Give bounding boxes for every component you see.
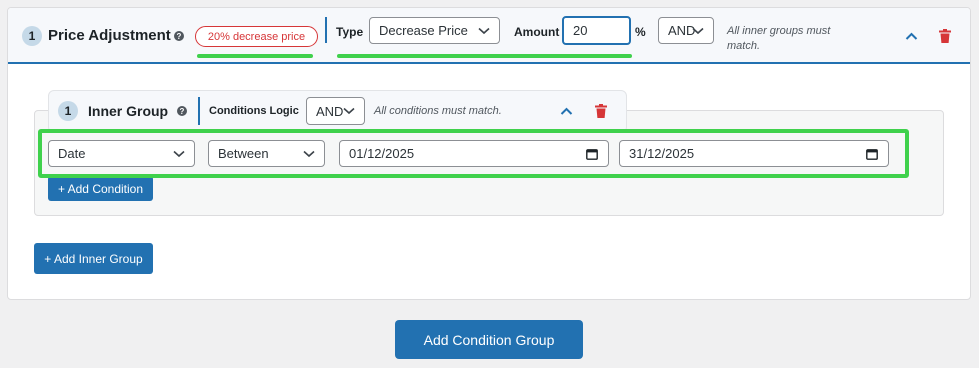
fields-highlight-underline	[337, 54, 632, 58]
amount-input[interactable]: 20	[562, 16, 631, 45]
type-select-value: Decrease Price	[379, 23, 468, 38]
trash-icon	[939, 29, 951, 43]
trash-icon	[595, 104, 607, 118]
header-divider	[325, 17, 327, 43]
inner-group-title: Inner Group	[88, 103, 169, 119]
condition-row-highlight	[38, 129, 909, 178]
chevron-up-icon	[560, 107, 572, 115]
delete-inner-group-button[interactable]	[592, 102, 610, 120]
inner-group-number-badge: 1	[58, 101, 78, 121]
conditions-logic-label: Conditions Logic	[209, 105, 299, 117]
conditions-logic-note: All conditions must match.	[374, 105, 502, 117]
conditions-logic-select[interactable]: AND	[306, 97, 365, 125]
chevron-down-icon	[478, 27, 490, 34]
type-label: Type	[336, 25, 364, 39]
delete-group-button[interactable]	[936, 27, 954, 45]
collapse-group-button[interactable]	[902, 27, 920, 45]
amount-unit: %	[635, 25, 646, 39]
inner-header-divider	[198, 97, 200, 125]
amount-label: Amount	[514, 25, 560, 39]
type-select[interactable]: Decrease Price	[369, 17, 500, 44]
chevron-up-icon	[905, 32, 917, 40]
badge-highlight-underline	[197, 54, 313, 58]
add-inner-group-button[interactable]: + Add Inner Group	[34, 243, 153, 274]
conditions-logic-value: AND	[316, 103, 344, 119]
group-number-badge: 1	[22, 26, 42, 46]
help-icon[interactable]: ?	[174, 31, 184, 41]
group-title: Price Adjustment	[48, 27, 171, 44]
adjustment-badge: 20% decrease price	[195, 26, 318, 47]
chevron-down-icon	[343, 107, 355, 115]
chevron-down-icon	[692, 27, 704, 34]
help-icon[interactable]: ?	[177, 106, 187, 116]
collapse-inner-group-button[interactable]	[557, 102, 575, 120]
add-condition-group-button[interactable]: Add Condition Group	[395, 320, 583, 359]
group-logic-note: All inner groups must match.	[727, 25, 831, 52]
add-condition-button[interactable]: + Add Condition	[48, 176, 153, 201]
group-logic-select[interactable]: AND	[658, 17, 714, 44]
